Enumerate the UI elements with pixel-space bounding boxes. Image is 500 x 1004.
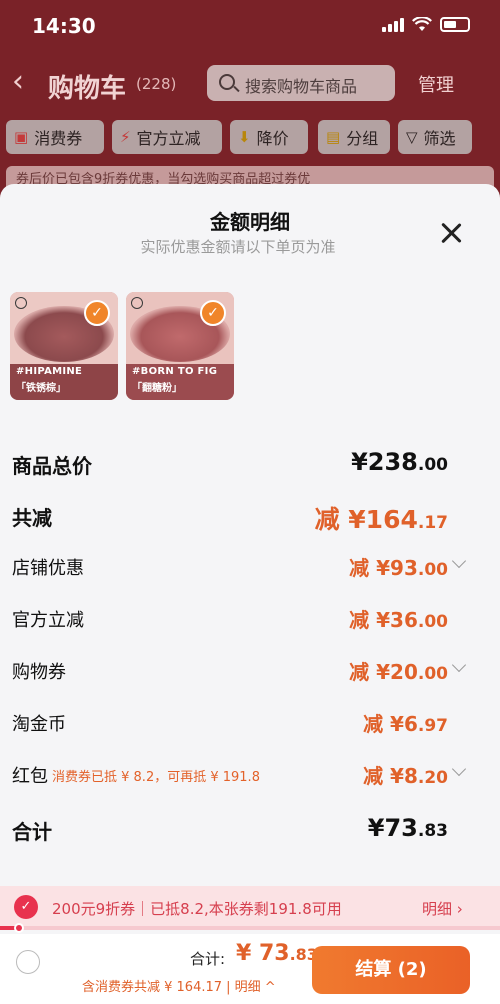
sheet-subtitle: 实际优惠金额请以下单页为准 [140, 238, 336, 256]
selected-check-icon: ✓ [200, 300, 226, 326]
status-icons [382, 16, 470, 32]
row-label: 购物券 [12, 662, 66, 683]
coupon-progress-bar [0, 926, 500, 930]
row-red-packet[interactable]: 红包 消费券已抵 ¥ 8.2，可再抵 ¥ 191.8 减 ¥8.20 [0, 758, 500, 792]
row-total-discount: 共减 减 ¥164.17 [0, 498, 500, 534]
row-note: 消费券已抵 ¥ 8.2，可再抵 ¥ 191.8 [52, 770, 260, 785]
checkout-bar: 合计: ¥ 73.83 含消费券共减 ¥ 164.17 | 明细 ^ 结算 (2… [0, 934, 500, 1004]
arrow-down-icon: ⬇ [238, 128, 251, 146]
close-icon[interactable] [438, 220, 464, 246]
row-amount: 减 ¥36.00 [349, 608, 448, 632]
product-code: #HIPAMINE [16, 366, 83, 377]
chip-label: 筛选 [423, 129, 456, 148]
sheet-title: 金额明细 [210, 210, 290, 234]
row-label: 合计 [12, 820, 52, 844]
total-amount: ¥ 73.83 [236, 941, 318, 966]
status-bar: 14:30 [0, 0, 500, 52]
row-amount: 减 ¥20.00 [349, 660, 448, 684]
row-grand-total: 合计 ¥73.83 [0, 812, 500, 846]
folder-icon: ▤ [326, 128, 341, 146]
row-amount: 减 ¥6.97 [363, 712, 448, 736]
row-shopping-coupon[interactable]: 购物券 减 ¥20.00 [0, 654, 500, 688]
chip-label: 分组 [346, 129, 379, 148]
chevron-down-icon[interactable] [451, 553, 467, 569]
chip-official-discount[interactable]: ⚡ 官方立减 [112, 120, 222, 154]
row-amount: ¥238.00 [351, 448, 448, 476]
chip-label: 降价 [256, 129, 289, 148]
manage-button[interactable]: 管理 [418, 71, 454, 97]
chip-filter[interactable]: ▽ 筛选 [398, 120, 472, 154]
row-official-discount: 官方立减 减 ¥36.00 [0, 602, 500, 636]
lightning-icon: ⚡ [120, 128, 131, 146]
cart-nav-bar: ‹ 购物车 (228) 搜索购物车商品 管理 [0, 58, 500, 110]
chip-coupon[interactable]: ▣ 消费券 [6, 120, 104, 154]
row-label: 商品总价 [12, 454, 92, 478]
back-icon[interactable]: ‹ [12, 64, 24, 99]
total-label: 合计: [190, 950, 226, 968]
row-amount: 减 ¥164.17 [314, 505, 448, 534]
product-thumbnail[interactable]: ✓ #HIPAMINE 「铁锈棕」 [10, 292, 118, 400]
brand-logo-icon [15, 297, 27, 309]
row-label: 官方立减 [12, 610, 84, 631]
row-amount: 减 ¥8.20 [363, 764, 448, 788]
chip-label: 官方立减 [136, 129, 201, 148]
row-label: 店铺优惠 [12, 558, 84, 579]
cart-search-input[interactable]: 搜索购物车商品 [207, 65, 395, 101]
amount-detail-sheet: 金额明细 实际优惠金额请以下单页为准 ✓ #HIPAMINE 「铁锈棕」 ✓ #… [0, 184, 500, 1004]
wifi-icon [412, 16, 432, 31]
coupon-detail-link[interactable]: 明细 › [422, 898, 463, 919]
product-shade: 「翻糖粉」 [132, 383, 182, 394]
row-amount: ¥73.83 [367, 814, 448, 842]
total-discount-detail[interactable]: 含消费券共减 ¥ 164.17 | 明细 ^ [82, 976, 276, 995]
filter-icon: ▽ [406, 128, 418, 146]
chip-group[interactable]: ▤ 分组 [318, 120, 390, 154]
select-all-checkbox[interactable] [16, 950, 40, 974]
chevron-down-icon[interactable] [451, 761, 467, 777]
check-icon[interactable]: ✓ [14, 895, 38, 919]
chevron-down-icon[interactable] [451, 657, 467, 673]
row-amount: 减 ¥93.00 [349, 556, 448, 580]
progress-dot [14, 923, 24, 933]
row-label: 共减 [12, 506, 52, 530]
coupon-icon: ▣ [14, 128, 29, 146]
search-icon [219, 74, 235, 90]
product-thumbnail[interactable]: ✓ #BORN TO FIG 「翻糖粉」 [126, 292, 234, 400]
row-goods-total: 商品总价 ¥238.00 [0, 446, 500, 480]
chip-label: 消费券 [34, 129, 83, 148]
coupon-text: 200元9折券｜已抵8.2,本张券剩191.8可用 [52, 900, 342, 918]
search-placeholder: 搜索购物车商品 [245, 77, 358, 96]
product-shade: 「铁锈棕」 [16, 383, 66, 394]
cart-count: (228) [136, 75, 177, 93]
checkout-button[interactable]: 结算 (2) [312, 946, 470, 994]
chip-price-drop[interactable]: ⬇ 降价 [230, 120, 308, 154]
filter-chip-row: ▣ 消费券 ⚡ 官方立减 ⬇ 降价 ▤ 分组 ▽ 筛选 [0, 120, 500, 156]
coupon-strip[interactable]: ✓ 200元9折券｜已抵8.2,本张券剩191.8可用 明细 › [0, 886, 500, 928]
row-store-discount[interactable]: 店铺优惠 减 ¥93.00 [0, 550, 500, 584]
row-taojinbi: 淘金币 减 ¥6.97 [0, 706, 500, 740]
signal-icon [382, 16, 404, 32]
selected-check-icon: ✓ [84, 300, 110, 326]
status-time: 14:30 [32, 14, 96, 38]
row-label: 淘金币 [12, 714, 66, 735]
product-code: #BORN TO FIG [132, 366, 218, 377]
page-title: 购物车 [48, 74, 127, 104]
battery-icon [440, 16, 470, 32]
row-label: 红包 [12, 766, 48, 787]
brand-logo-icon [131, 297, 143, 309]
